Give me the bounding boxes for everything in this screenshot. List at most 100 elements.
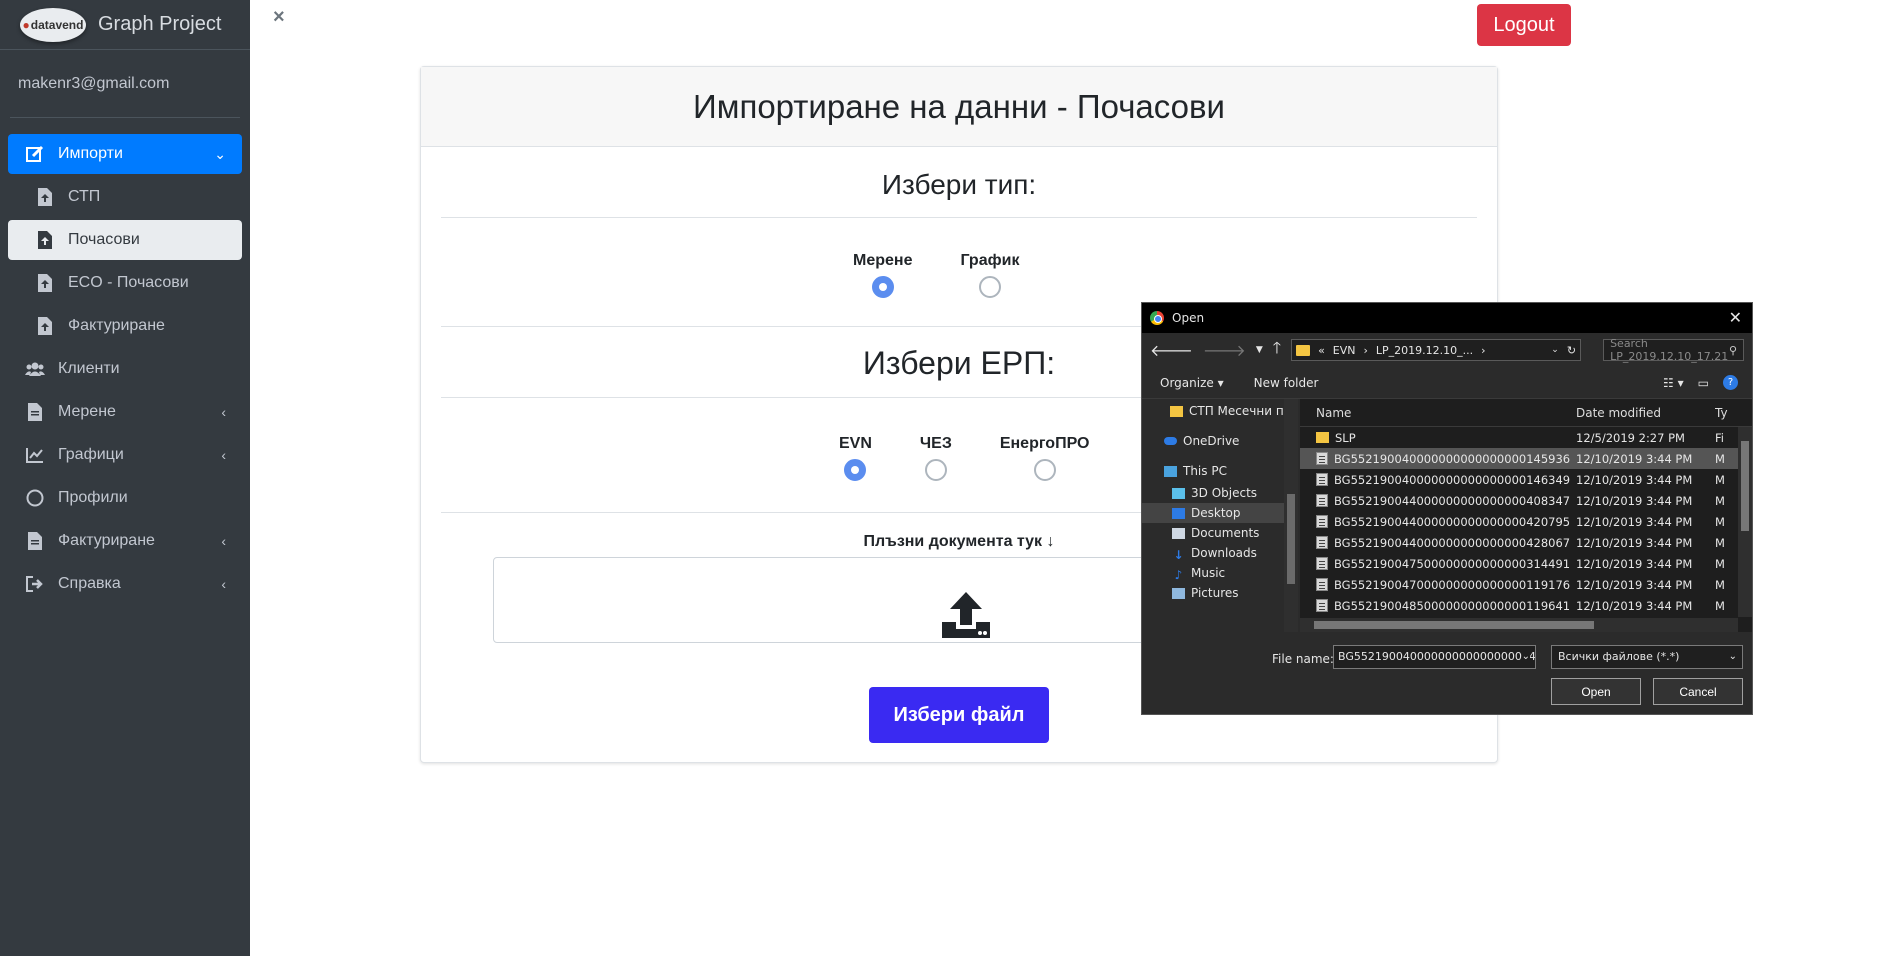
sidebar-item-clients[interactable]: Клиенти — [8, 349, 242, 389]
dialog-titlebar[interactable]: Open ✕ — [1142, 303, 1752, 333]
nav-scrollbar[interactable] — [1284, 399, 1298, 632]
column-name[interactable]: Name — [1300, 406, 1570, 420]
cancel-button[interactable]: Cancel — [1653, 678, 1743, 705]
brand[interactable]: ● datavend Graph Project — [0, 0, 250, 50]
sidebar-item-label: Фактуриране — [58, 532, 155, 549]
sidebar-item-stp[interactable]: СТП — [8, 177, 242, 217]
file-date-cell: 12/10/2019 3:44 PM — [1576, 556, 1693, 571]
spreadsheet-file-icon — [1316, 599, 1328, 612]
file-type-value: Всички файлове (*.*) — [1558, 650, 1680, 663]
help-icon[interactable]: ? — [1723, 375, 1738, 390]
file-row[interactable]: SLP 12/5/2019 2:27 PM Fi — [1300, 427, 1752, 448]
file-list-hscroll[interactable] — [1300, 618, 1738, 632]
nav-item-desktop[interactable]: Desktop — [1142, 503, 1298, 523]
sidebar-item-invoicing-import[interactable]: Фактуриране — [8, 306, 242, 346]
preview-pane-icon[interactable]: ▭ — [1698, 376, 1709, 390]
sidebar-item-hourly[interactable]: Почасови — [8, 220, 242, 260]
radio-schedule[interactable] — [978, 276, 1001, 298]
file-row[interactable]: BG5521900440000000000000004083477.xlsx 12… — [1300, 490, 1752, 511]
radio-label[interactable]: Мерене — [853, 252, 912, 270]
radio-chez[interactable] — [924, 459, 947, 481]
radio-option-chez[interactable]: ЧЕЗ — [920, 435, 952, 481]
radio-option-energopro[interactable]: ЕнергоПРО — [1000, 435, 1090, 481]
scrollbar-thumb[interactable] — [1741, 441, 1749, 531]
radio-label[interactable]: ЧЕЗ — [920, 435, 952, 453]
radio-measuring[interactable] — [871, 276, 894, 298]
file-row[interactable]: BG5521900440000000000000004207958.xlsx 12… — [1300, 511, 1752, 532]
search-input[interactable]: Search LP_2019.12.10_17.21 ⚲ — [1603, 337, 1744, 363]
radio-option-evn[interactable]: EVN — [839, 435, 872, 481]
nav-label: Pictures — [1191, 586, 1239, 600]
file-list-vscroll[interactable] — [1738, 427, 1752, 617]
radio-option-measuring[interactable]: Мерене — [853, 252, 912, 298]
address-breadcrumb[interactable]: « EVN › LP_2019.12.10_... › ⌄ ↻ — [1291, 339, 1582, 361]
file-row[interactable]: BG5521900475000000000000003144919.xlsx 12… — [1300, 553, 1752, 574]
radio-label[interactable]: EVN — [839, 435, 872, 453]
logout-button[interactable]: Logout — [1477, 4, 1571, 46]
nav-item-music[interactable]: ♪ Music — [1142, 563, 1298, 583]
new-folder-button[interactable]: New folder — [1254, 376, 1319, 390]
sidebar-item-report[interactable]: Справка ‹ — [8, 564, 242, 604]
pictures-icon — [1172, 587, 1185, 599]
sidebar-item-invoicing[interactable]: Фактуриране ‹ — [8, 521, 242, 561]
scrollbar-thumb[interactable] — [1314, 621, 1594, 629]
radio-label[interactable]: ЕнергоПРО — [1000, 435, 1090, 453]
radio-evn[interactable] — [844, 459, 867, 481]
nav-item-stp-monthly[interactable]: СТП Месечни п — [1142, 399, 1298, 423]
radio-option-schedule[interactable]: График — [960, 252, 1019, 298]
up-arrow-icon[interactable]: 🡑 — [1273, 337, 1281, 364]
file-row[interactable]: BG5521900440000000000000004280679.xlsx 12… — [1300, 532, 1752, 553]
sidebar-item-schedules[interactable]: Графици ‹ — [8, 435, 242, 475]
choose-file-button[interactable]: Избери файл — [869, 687, 1049, 743]
radio-energopro[interactable] — [1033, 459, 1056, 481]
cloud-icon — [1164, 437, 1177, 445]
recent-dropdown-icon[interactable]: ▼ — [1256, 345, 1263, 355]
chevron-down-icon[interactable]: ⌄ — [1551, 345, 1559, 355]
sidebar-item-profiles[interactable]: Профили — [8, 478, 242, 518]
nav-item-onedrive[interactable]: OneDrive — [1142, 429, 1298, 453]
file-type-cell: M — [1715, 556, 1725, 571]
page-title: Импортиране на данни - Почасови — [421, 67, 1497, 147]
nav-label: This PC — [1183, 464, 1227, 478]
nav-label: Documents — [1191, 526, 1260, 540]
nav-item-pictures[interactable]: Pictures — [1142, 583, 1298, 603]
open-button[interactable]: Open — [1551, 678, 1641, 705]
view-options-icon[interactable]: ☷ ▾ — [1663, 376, 1684, 390]
breadcrumb-lp-folder[interactable]: LP_2019.12.10_... — [1376, 344, 1473, 357]
file-type-select[interactable]: Всички файлове (*.*) ⌄ — [1551, 645, 1743, 669]
radio-label[interactable]: График — [960, 252, 1019, 270]
organize-menu[interactable]: Organize ▾ — [1160, 376, 1224, 390]
nav-item-3d-objects[interactable]: 3D Objects — [1142, 483, 1298, 503]
file-row[interactable]: BG5521900485000000000000001196418.xlsx 12… — [1300, 595, 1752, 616]
cube-icon — [1172, 487, 1185, 499]
sidebar-item-imports[interactable]: Импорти ⌄ — [8, 134, 242, 174]
file-row[interactable]: BG5521900470000000000000001191766.xlsx 12… — [1300, 574, 1752, 595]
nav-item-downloads[interactable]: ↓ Downloads — [1142, 543, 1298, 563]
sidebar-item-eco-hourly[interactable]: ECO - Почасови — [8, 263, 242, 303]
sidebar-item-label: Импорти — [58, 145, 123, 162]
folder-icon — [1170, 405, 1183, 417]
back-arrow-icon[interactable]: 🡐 — [1150, 340, 1193, 360]
file-date-cell: 12/10/2019 3:44 PM — [1576, 493, 1693, 508]
column-type[interactable]: Ty — [1715, 406, 1735, 420]
chevron-left-icon: ‹ — [221, 533, 226, 549]
breadcrumb-evn[interactable]: EVN — [1333, 344, 1356, 357]
file-name-input[interactable]: BG5521900400000000000000001459366.xlsx ⌄ — [1333, 645, 1536, 669]
column-date-modified[interactable]: Date modified — [1570, 406, 1715, 420]
file-row[interactable]: BG5521900400000000000000001463498.xlsx 12… — [1300, 469, 1752, 490]
users-icon — [24, 359, 46, 379]
dialog-body: СТП Месечни п OneDrive This PC 3D Object… — [1142, 399, 1752, 632]
forward-arrow-icon[interactable]: 🡒 — [1203, 340, 1246, 360]
nav-item-documents[interactable]: Documents — [1142, 523, 1298, 543]
breadcrumb-overflow[interactable]: « — [1318, 344, 1325, 357]
chevron-down-icon[interactable]: ⌄ — [1521, 651, 1530, 662]
user-email[interactable]: makenr3@gmail.com — [10, 50, 240, 118]
edit-icon — [24, 144, 46, 164]
refresh-icon[interactable]: ↻ — [1567, 344, 1576, 357]
scrollbar-thumb[interactable] — [1287, 494, 1295, 584]
file-row[interactable]: BG5521900400000000000000001459366.xlsx 12… — [1300, 448, 1752, 469]
close-icon[interactable]: × — [273, 6, 285, 29]
nav-item-this-pc[interactable]: This PC — [1142, 459, 1298, 483]
close-icon[interactable]: ✕ — [1729, 308, 1742, 327]
sidebar-item-measuring[interactable]: Мерене ‹ — [8, 392, 242, 432]
